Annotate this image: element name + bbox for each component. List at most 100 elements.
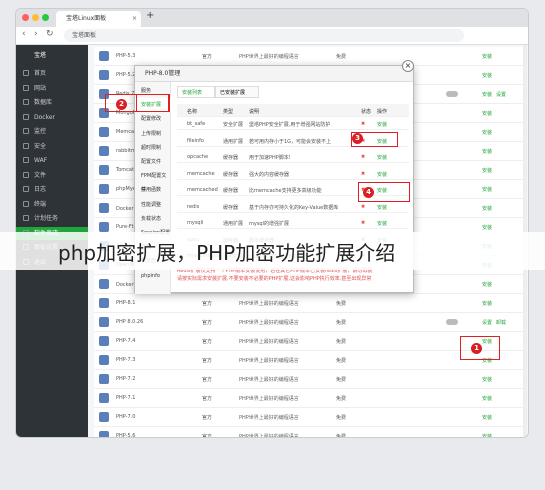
- modal-menu-item-5[interactable]: 配置文件: [135, 155, 171, 169]
- modal-menu-item-9[interactable]: 负载状态: [135, 212, 171, 226]
- url-input[interactable]: 宝塔面板: [64, 29, 464, 42]
- reload-icon[interactable]: ↻: [46, 29, 54, 39]
- header-desc: 说明: [249, 109, 260, 115]
- modal-menu-item-2[interactable]: 配置修改: [135, 112, 171, 126]
- software-action-link[interactable]: 安装: [482, 433, 492, 437]
- extension-name: bt_safe: [187, 121, 206, 127]
- address-bar-row: ‹ › ↻ 宝塔面板: [16, 27, 528, 45]
- software-action-link[interactable]: 安装: [482, 129, 492, 136]
- software-action-link[interactable]: 安装: [482, 186, 492, 193]
- sidebar-item-5[interactable]: 安全: [16, 140, 88, 153]
- software-source: 官方: [202, 415, 213, 421]
- modal-menu-item-13[interactable]: phpinfo: [135, 269, 171, 283]
- modal-menu-item-8[interactable]: 性能调整: [135, 198, 171, 212]
- modal-menu-item-7[interactable]: 禁用函数: [135, 183, 171, 197]
- extension-type: 缓存器: [223, 171, 239, 178]
- software-action-link[interactable]: 安装: [482, 167, 492, 174]
- software-action-link[interactable]: 安装: [482, 376, 492, 383]
- software-desc: PHP世界上最好的编程语言: [239, 377, 299, 383]
- software-icon: [99, 298, 109, 308]
- software-desc: PHP世界上最好的编程语言: [239, 320, 299, 326]
- sidebar-item-icon: [23, 186, 29, 192]
- extension-install-link[interactable]: 安装: [377, 121, 387, 128]
- software-row: PHP-7.0 官方 PHP世界上最好的编程语言 免费 安装: [94, 408, 524, 427]
- step-badge-2: 2: [116, 99, 127, 110]
- back-icon[interactable]: ‹: [22, 29, 26, 39]
- software-action-link[interactable]: 安装: [482, 110, 492, 117]
- sidebar-item-icon: [23, 157, 29, 163]
- software-icon: [99, 317, 109, 327]
- browser-tab[interactable]: 宝塔Linux面板 ×: [56, 11, 141, 27]
- software-source: 官方: [202, 320, 213, 326]
- software-price: 免费: [336, 54, 347, 60]
- software-desc: PHP世界上最好的编程语言: [239, 54, 299, 60]
- minimize-window-dot[interactable]: [32, 14, 39, 21]
- software-action-link[interactable]: 安装: [482, 72, 492, 79]
- sidebar-item-0[interactable]: 首页: [16, 67, 88, 80]
- extension-install-link[interactable]: 安装: [377, 204, 387, 211]
- sidebar-item-7[interactable]: 文件: [16, 169, 88, 182]
- software-source: 官方: [202, 434, 213, 438]
- extension-install-link[interactable]: 安装: [377, 171, 387, 178]
- software-desc: PHP世界上最好的编程语言: [239, 358, 299, 364]
- tab-bar: 宝塔Linux面板 × +: [16, 9, 528, 27]
- sidebar-item-6[interactable]: WAF: [16, 154, 88, 167]
- software-action-link[interactable]: 设置: [482, 319, 492, 326]
- extension-name: fileinfo: [187, 137, 204, 144]
- software-action-link[interactable]: 安装: [482, 148, 492, 155]
- software-action-link[interactable]: 安装: [482, 395, 492, 402]
- sidebar-item-9[interactable]: 终端: [16, 198, 88, 211]
- sidebar-item-icon: [23, 113, 29, 120]
- sidebar-item-10[interactable]: 计划任务: [16, 212, 88, 225]
- sidebar-item-label: 首页: [34, 70, 47, 77]
- software-icon: [99, 355, 109, 365]
- maximize-window-dot[interactable]: [42, 14, 49, 21]
- home-display-toggle[interactable]: [446, 319, 458, 325]
- software-desc: PHP世界上最好的编程语言: [239, 415, 299, 421]
- extension-status-icon: ✖: [361, 170, 366, 177]
- sidebar-item-8[interactable]: 日志: [16, 183, 88, 196]
- home-display-toggle[interactable]: [446, 91, 458, 97]
- software-action-link[interactable]: 安装: [482, 224, 492, 231]
- sidebar-item-label: 文件: [34, 171, 47, 179]
- sidebar-item-2[interactable]: 数据库: [16, 96, 88, 109]
- modal-close-icon[interactable]: ×: [402, 60, 414, 72]
- extension-status-icon: ✖: [361, 203, 366, 210]
- software-action-link[interactable]: 安装: [482, 91, 492, 98]
- software-icon: [99, 184, 109, 194]
- software-action-link[interactable]: 安装: [482, 414, 492, 421]
- modal-menu-item-4[interactable]: 超时限制: [135, 141, 171, 155]
- software-price: 免费: [336, 396, 347, 402]
- step-badge-1: 1: [471, 343, 482, 354]
- modal-menu-item-6[interactable]: FPM配置文件: [135, 169, 171, 193]
- software-row: PHP-5.6 官方 PHP世界上最好的编程语言 免费 安装: [94, 427, 524, 438]
- extension-install-link[interactable]: 安装: [377, 154, 387, 161]
- tab-title: 宝塔Linux面板: [66, 15, 107, 22]
- extension-install-link[interactable]: 安装: [377, 220, 387, 227]
- software-action-link[interactable]: 安装: [482, 53, 492, 60]
- software-action-link[interactable]: 安装: [482, 205, 492, 212]
- forward-icon[interactable]: ›: [34, 29, 38, 39]
- banner-title: php加密扩展，PHP加密功能扩展介绍: [58, 241, 396, 265]
- software-action-link[interactable]: 安装: [482, 281, 492, 288]
- sidebar-item-icon: [23, 200, 29, 207]
- sidebar-item-3[interactable]: Docker: [16, 111, 88, 124]
- software-name: Tomcat: [116, 167, 134, 173]
- sidebar-item-1[interactable]: 网站: [16, 82, 88, 95]
- sidebar-item-4[interactable]: 监控: [16, 125, 88, 138]
- software-action-link[interactable]: 安装: [482, 300, 492, 307]
- software-setting-link[interactable]: 设置: [496, 91, 506, 98]
- sidebar-item-label: 数据库: [34, 99, 53, 106]
- tab-install-list[interactable]: 安装列表: [177, 86, 215, 98]
- software-icon: [99, 336, 109, 346]
- tab-installed-extensions[interactable]: 已安装扩展: [215, 86, 259, 98]
- software-icon: [99, 393, 109, 403]
- extension-status-icon: ✖: [361, 154, 366, 160]
- tab-close-icon[interactable]: ×: [132, 11, 137, 27]
- modal-menu-item-3[interactable]: 上传限制: [135, 127, 171, 141]
- sidebar-item-icon: [23, 142, 29, 149]
- new-tab-button[interactable]: +: [146, 10, 154, 21]
- software-setting-link[interactable]: 卸载: [496, 319, 506, 326]
- sidebar-item-label: WAF: [34, 157, 48, 164]
- close-window-dot[interactable]: [22, 14, 29, 21]
